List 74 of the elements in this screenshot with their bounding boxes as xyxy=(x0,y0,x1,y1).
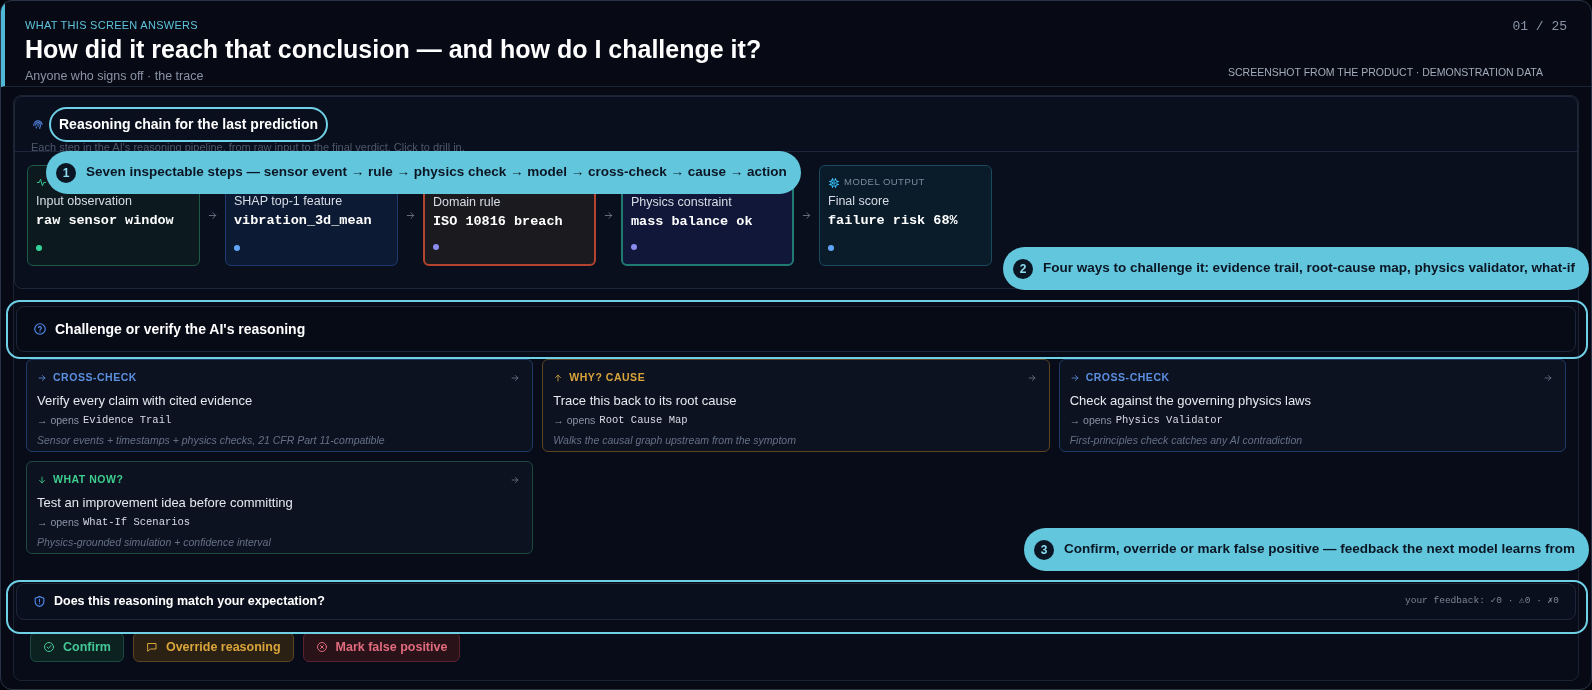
opens-label: → opens xyxy=(37,515,80,531)
arrow-icon xyxy=(603,210,614,221)
step-value: mass balance ok xyxy=(631,212,754,231)
card-title: Verify every claim with cited evidence xyxy=(37,391,254,410)
opens-link[interactable]: Physics Validator xyxy=(1115,413,1223,429)
callout-text: Four ways to challenge it: evidence trail, root-cause map, physics validator, what-if xyxy=(1043,259,1575,278)
card-note: First-principles check catches any AI contradiction xyxy=(1069,433,1304,448)
feedback-tally: your feedback: ✓0 · ⚠0 · ✗0 xyxy=(1405,594,1559,609)
arrow-icon xyxy=(801,210,812,221)
down-arrow-icon xyxy=(37,474,47,485)
card-tag: CROSS-CHECK xyxy=(53,370,137,386)
fingerprint-icon xyxy=(31,117,45,132)
card-note: Physics-grounded simulation + confidence interval xyxy=(37,535,272,550)
card-tag: CROSS-CHECK xyxy=(1085,370,1170,386)
card-tag: WHAT NOW? xyxy=(53,472,124,488)
arrow-icon xyxy=(405,210,416,221)
challenge-card[interactable]: WHY? CAUSE Trace this back to its root cause → opens Root Cause Map Walks the causal graph upstream from the symptom xyxy=(542,359,1050,452)
arrow-icon xyxy=(510,373,521,383)
false-positive-button[interactable]: Mark false positive xyxy=(302,632,461,662)
arrow-icon xyxy=(510,475,521,485)
check-circle-icon xyxy=(43,641,55,653)
card-title: Trace this back to its root cause xyxy=(553,391,738,410)
page-subtitle: Anyone who signs off · the trace xyxy=(25,67,204,85)
chip-icon xyxy=(828,176,840,189)
callout-number: 2 xyxy=(1013,258,1034,279)
step-name: Domain rule xyxy=(433,194,502,211)
challenge-card[interactable]: CROSS-CHECK Verify every claim with cited evidence → opens Evidence Trail Sensor events + timestamps + physics checks, 21 CFR Part 11-compatible xyxy=(26,359,534,452)
step-name: Final score xyxy=(828,193,891,210)
arrow-icon xyxy=(1543,373,1553,383)
up-arrow-icon xyxy=(553,372,564,383)
callout-number: 3 xyxy=(1034,539,1055,560)
step-label: MODEL OUTPUT xyxy=(844,175,925,190)
card-title: Test an improvement idea before committing xyxy=(37,493,294,512)
shield-icon xyxy=(33,595,46,608)
eyebrow-text: WHAT THIS SCREEN ANSWERS xyxy=(25,18,198,33)
opens-label: → opens xyxy=(553,413,596,429)
callout-text: Confirm, override or mark false positive — feedback the next model learns from xyxy=(1064,540,1575,559)
page-title: How did it reach that conclusion — and how do I challenge it? xyxy=(25,33,763,65)
challenge-title: Challenge or verify the AI's reasoning xyxy=(55,319,306,339)
help-icon xyxy=(33,322,47,336)
challenge-card[interactable]: CROSS-CHECK Check against the governing physics laws → opens Physics Validator First-principles check catches any AI contradiction xyxy=(1058,359,1566,452)
card-title: Check against the governing physics laws xyxy=(1069,391,1312,410)
page-counter: 01 / 25 xyxy=(1512,18,1567,36)
arrow-icon xyxy=(1069,372,1080,383)
card-tag: WHY? CAUSE xyxy=(569,370,646,386)
confirm-button[interactable]: Confirm xyxy=(30,632,124,662)
opens-link[interactable]: Evidence Trail xyxy=(83,413,172,429)
arrow-icon xyxy=(37,372,47,383)
message-icon xyxy=(145,641,158,653)
opens-link[interactable]: What-If Scenarios xyxy=(83,515,191,531)
override-button[interactable]: Override reasoning xyxy=(132,632,294,662)
step-name: Input observation xyxy=(36,193,133,210)
pulse-icon xyxy=(36,177,47,188)
card-note: Walks the causal graph upstream from the symptom xyxy=(553,433,797,448)
card-note: Sensor events + timestamps + physics checks, 21 CFR Part 11-compatible xyxy=(37,433,386,448)
section-description: Each step in the AI's reasoning pipeline, from raw input to the final verdict. Click to drill in. xyxy=(31,140,466,155)
feedback-question: Does this reasoning match your expectation? xyxy=(54,593,325,611)
source-note: SCREENSHOT FROM THE PRODUCT · DEMONSTRATION DATA xyxy=(1228,65,1543,80)
step-value: ISO 10816 breach xyxy=(433,212,564,231)
step-value: failure risk 68% xyxy=(828,211,959,230)
step-name: SHAP top-1 feature xyxy=(234,193,344,210)
opens-link[interactable]: Root Cause Map xyxy=(599,413,688,429)
step-card[interactable]: MODEL OUTPUT Final score failure risk 68% xyxy=(819,165,992,266)
challenge-card[interactable]: WHAT NOW? Test an improvement idea before committing → opens What-If Scenarios Physics-grounded simulation + confidence interval xyxy=(26,461,534,554)
arrow-icon xyxy=(1026,373,1037,383)
section-title: Reasoning chain for the last prediction xyxy=(49,107,329,142)
x-circle-icon xyxy=(315,641,328,653)
arrow-icon xyxy=(207,210,218,221)
step-value: vibration_3d_mean xyxy=(234,211,373,230)
opens-label: → opens xyxy=(1069,413,1112,429)
opens-label: → opens xyxy=(37,413,80,429)
step-name: Physics constraint xyxy=(631,194,733,211)
callout-number: 1 xyxy=(56,162,76,183)
step-value: raw sensor window xyxy=(36,211,175,230)
